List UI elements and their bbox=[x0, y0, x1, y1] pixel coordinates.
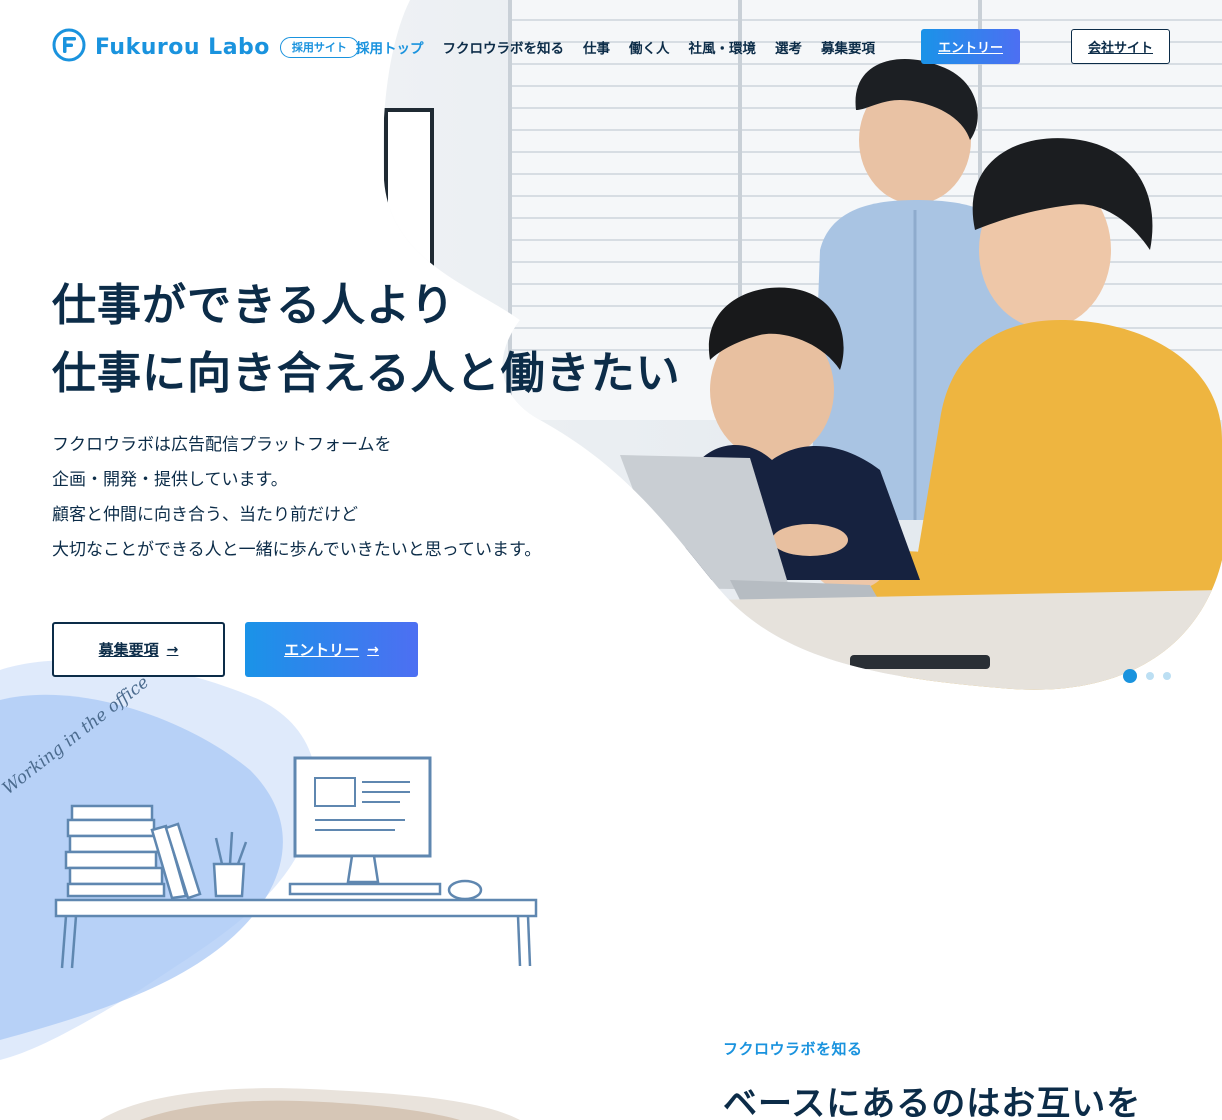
nav-people[interactable]: 働く人 bbox=[629, 37, 670, 57]
nav-recruit-top[interactable]: 採用トップ bbox=[356, 37, 424, 57]
nav-selection[interactable]: 選考 bbox=[775, 37, 802, 57]
arrow-right-icon: → bbox=[166, 641, 179, 658]
section-label: フクロウラボを知る bbox=[723, 1040, 863, 1058]
slider-dots bbox=[1123, 669, 1171, 683]
entry-button[interactable]: エントリー → bbox=[245, 622, 418, 677]
logo[interactable]: Fukurou Labo 採用サイト bbox=[52, 28, 359, 66]
headline-line-1: 仕事ができる人より bbox=[52, 280, 456, 331]
requirements-button-label: 募集要項 bbox=[98, 641, 159, 659]
lead-line-2: 企画・開発・提供しています。 bbox=[52, 470, 288, 490]
site-header: Fukurou Labo 採用サイト 採用トップ フクロウラボを知る 仕事 働く… bbox=[0, 0, 1222, 92]
owl-f-logo-icon bbox=[52, 28, 86, 66]
slider-dot-2[interactable] bbox=[1146, 672, 1154, 680]
section-title: ベースにあるのはお互いを bbox=[723, 1084, 1142, 1120]
nav-culture[interactable]: 社風・環境 bbox=[689, 37, 757, 57]
headline-line-2: 仕事に向き合える人と働きたい bbox=[52, 348, 681, 399]
hero-lead: フクロウラボは広告配信プラットフォームを 企画・開発・提供しています。 顧客と仲… bbox=[52, 428, 541, 568]
arrow-right-icon: → bbox=[367, 641, 379, 658]
nav-requirements[interactable]: 募集要項 bbox=[821, 37, 875, 57]
office-illustration: Working in the office bbox=[0, 660, 560, 1120]
lead-line-1: フクロウラボは広告配信プラットフォームを bbox=[52, 435, 392, 455]
main-nav: 採用トップ フクロウラボを知る 仕事 働く人 社風・環境 選考 募集要項 bbox=[356, 37, 894, 57]
slider-dot-1[interactable] bbox=[1123, 669, 1137, 683]
header-entry-button[interactable]: エントリー bbox=[921, 29, 1020, 64]
requirements-button[interactable]: 募集要項 → bbox=[52, 622, 225, 677]
nav-about[interactable]: フクロウラボを知る bbox=[443, 37, 565, 57]
nav-work[interactable]: 仕事 bbox=[583, 37, 610, 57]
logo-text: Fukurou Labo bbox=[95, 34, 270, 60]
section-photo bbox=[100, 1085, 520, 1120]
recruit-site-badge: 採用サイト bbox=[279, 36, 359, 58]
lead-line-3: 顧客と仲間に向き合う、当たり前だけど bbox=[52, 505, 358, 525]
entry-button-label: エントリー bbox=[284, 641, 360, 659]
hero-headline: 仕事ができる人より 仕事に向き合える人と働きたい bbox=[52, 272, 681, 408]
lead-line-4: 大切なことができる人と一緒に歩んでいきたいと思っています。 bbox=[52, 540, 542, 560]
slider-dot-3[interactable] bbox=[1163, 672, 1171, 680]
company-site-button[interactable]: 会社サイト bbox=[1071, 29, 1170, 64]
